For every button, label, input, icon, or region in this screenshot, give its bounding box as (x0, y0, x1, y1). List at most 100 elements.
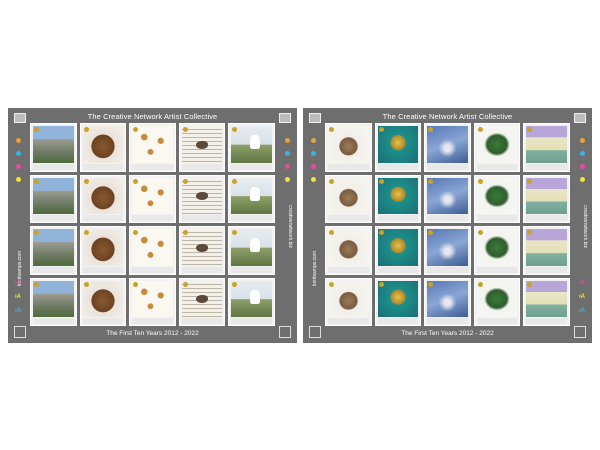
stamp-caption (181, 215, 223, 221)
stamp-caption (377, 266, 419, 273)
stamp-artwork (181, 229, 223, 266)
stamp-caption (526, 215, 567, 221)
stamp-caption (476, 266, 518, 273)
stamp-artwork (231, 229, 272, 266)
stamp-caption (33, 318, 74, 324)
stamp-field (228, 174, 275, 223)
stamp-caption (181, 163, 223, 170)
stamp-caption (476, 163, 518, 170)
stamp-caption (132, 215, 173, 221)
stamp-caption (427, 318, 468, 324)
stamp-artwork (476, 280, 518, 317)
stamp-caption (328, 318, 369, 324)
registration-dot (16, 151, 21, 156)
stamp-artwork (377, 177, 419, 214)
crest-icon (133, 281, 139, 287)
stamp-caption (328, 266, 369, 273)
crest-icon (83, 281, 89, 287)
stamp-artwork (328, 126, 369, 163)
crest-icon (329, 127, 334, 132)
stamp-orb (374, 123, 422, 172)
crest-icon (477, 281, 483, 287)
stamp-artwork (33, 229, 74, 266)
sheet-footer: The First Ten Years 2012 - 2022 (401, 330, 494, 337)
stamp-artwork (377, 280, 419, 317)
stamp-caption (328, 215, 369, 221)
color-mark: ıA (15, 294, 21, 300)
stamp-orb (374, 277, 422, 326)
stamp-caption (231, 318, 272, 324)
stamp-artwork (82, 280, 124, 317)
stamp-caption (181, 266, 223, 273)
crest-icon (329, 230, 334, 235)
stamp-rock (30, 226, 77, 275)
stamp-artwork (328, 280, 369, 317)
stamp-bowl (79, 277, 127, 326)
stamp-dots (129, 123, 176, 172)
stamp-caption (231, 215, 272, 221)
stamp-artwork (132, 126, 173, 163)
stamp-leaf (473, 123, 521, 172)
registration-dot (16, 177, 21, 182)
stamp-caption (231, 163, 272, 170)
stamp-leaf (473, 277, 521, 326)
stamp-caption (33, 266, 74, 273)
stamp-bird (178, 277, 226, 326)
crest-icon (527, 178, 533, 184)
stamp-flower (424, 123, 471, 172)
stamp-bird (178, 123, 226, 172)
stamp-caption (427, 266, 468, 273)
stamp-flower (424, 277, 471, 326)
registration-dot (285, 177, 290, 182)
crest-icon (83, 127, 89, 132)
stamp-artwork (82, 126, 124, 163)
stamp-orb (374, 174, 422, 223)
side-url: creativenetwork.biz (582, 205, 588, 248)
crest-icon (428, 281, 434, 287)
stamp-rhino (325, 226, 372, 275)
crest-icon (34, 230, 39, 235)
stamp-caption (132, 318, 173, 324)
stamp-artwork (427, 177, 468, 214)
stamp-sheet-left: The Creative Network Artist Collective l… (8, 108, 297, 343)
registration-dot (16, 138, 21, 143)
stamp-sheet-right: The Creative Network Artist Collective l… (303, 108, 592, 343)
stamp-artwork (132, 280, 173, 317)
stamp-artwork (476, 229, 518, 266)
registration-dot (580, 138, 585, 143)
registration-dot (311, 151, 316, 156)
crest-icon (329, 281, 334, 287)
stamp-artwork (181, 177, 223, 214)
stamp-flower (424, 226, 471, 275)
stamp-house (523, 123, 570, 172)
stamp-leaf (473, 174, 521, 223)
corner-mark-icon (14, 326, 26, 338)
stamp-artwork (82, 177, 124, 214)
stamp-rock (30, 277, 77, 326)
crest-icon (477, 178, 483, 184)
crest-icon (428, 178, 434, 184)
crest-icon (232, 178, 238, 184)
stamp-house (523, 174, 570, 223)
stamp-artwork (82, 229, 124, 266)
stamp-bowl (79, 226, 127, 275)
stamp-caption (526, 266, 567, 273)
stamp-dots (129, 226, 176, 275)
stamp-leaf (473, 226, 521, 275)
crest-icon (182, 281, 188, 287)
stamp-caption (181, 318, 223, 324)
stamp-caption (377, 318, 419, 324)
crest-icon (182, 178, 188, 184)
stamp-flower (424, 174, 471, 223)
stamp-orb (374, 226, 422, 275)
stamp-field (228, 277, 275, 326)
stamp-bowl (79, 174, 127, 223)
stamp-caption (82, 163, 124, 170)
stamp-artwork (33, 126, 74, 163)
stamp-artwork (328, 177, 369, 214)
stamp-artwork (132, 177, 173, 214)
stamp-artwork (526, 280, 567, 317)
stamp-caption (33, 163, 74, 170)
stamp-artwork (427, 229, 468, 266)
stamp-caption (526, 163, 567, 170)
